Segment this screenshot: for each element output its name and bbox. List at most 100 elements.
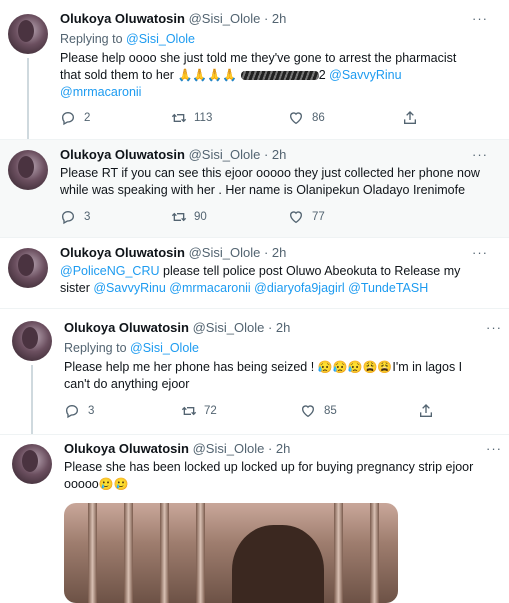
tweet-photo[interactable] [64,503,398,603]
retweet-icon [181,406,197,416]
reply-mention[interactable]: @Sisi_Olole [130,341,199,355]
more-options-button[interactable]: ··· [472,11,488,26]
timestamp[interactable]: · 2h [264,11,286,26]
user-handle[interactable]: @Sisi_Olole [189,245,261,260]
reply-mention[interactable]: @Sisi_Olole [126,32,195,46]
reply-icon [61,111,75,126]
cell-bar [124,503,133,603]
tweet-text-part: I'm in lagos I [392,360,463,374]
reply-icon [65,404,79,419]
thread-line [31,365,33,435]
retweet-count: 72 [204,405,217,417]
user-handle[interactable]: @Sisi_Olole [193,441,265,456]
user-name[interactable]: Olukoya Oluwatosin [60,11,185,26]
retweet-icon [171,212,187,222]
tweet-line: sister @SavvyRinu @mrmacaronii @diaryofa… [60,280,500,297]
thread-line [27,58,29,140]
tweet-header: Olukoya Oluwatosin @Sisi_Olole · 2h [60,147,286,163]
retweet-icon [171,113,187,123]
user-handle[interactable]: @Sisi_Olole [189,11,261,26]
tweet-line: Please she has been locked up locked up … [64,460,474,474]
tweet-header: Olukoya Oluwatosin @Sisi_Olole · 2h [64,320,290,336]
user-handle[interactable]: @Sisi_Olole [193,320,265,335]
heart-icon [301,405,315,418]
reply-count: 2 [84,112,91,124]
replying-to-label: Replying to [60,32,123,46]
reply-count: 3 [88,405,95,417]
cell-bar [334,503,343,603]
user-name[interactable]: Olukoya Oluwatosin [60,245,185,260]
action-bar: 3 90 77 [60,209,420,225]
more-options-button[interactable]: ··· [486,320,502,335]
like-count: 86 [312,112,325,124]
tweet-text: Please help me her phone has being seize… [64,359,504,393]
timestamp[interactable]: · 2h [268,441,290,456]
more-options-button[interactable]: ··· [472,147,488,162]
avatar[interactable] [8,150,48,190]
reply-icon [61,210,75,225]
avatar[interactable] [12,444,52,484]
avatar[interactable] [8,248,48,288]
tweet-line: @PoliceNG_CRU please tell police post Ol… [60,263,500,280]
retweet-count: 113 [194,112,213,124]
cell-bar [370,503,379,603]
share-icon [404,111,416,124]
tweet-2[interactable]: Olukoya Oluwatosin @Sisi_Olole · 2h ··· … [0,140,509,237]
user-name[interactable]: Olukoya Oluwatosin [64,320,189,335]
tweet-line: can't do anything ejoor [64,377,190,391]
user-name[interactable]: Olukoya Oluwatosin [60,147,185,162]
tweet-line: while was speaking with her . Her name i… [60,183,466,197]
heart-icon [289,211,303,224]
avatar[interactable] [8,14,48,54]
redacted-scribble [240,71,319,81]
reply-count: 3 [84,211,91,223]
tweet-text: Please help oooo she just told me they'v… [60,50,500,101]
tweet-line: that sold them to her 🙏🙏🙏🙏 2 @SavvyRinu [60,67,500,84]
tweet-4[interactable]: Olukoya Oluwatosin @Sisi_Olole · 2h ··· … [0,309,509,435]
cell-bar [88,503,97,603]
tweet-text-part: Please help me her phone has being seize… [64,360,318,374]
tweet-text-part: 2 [318,68,326,82]
mention-link[interactable]: @PoliceNG_CRU [60,264,160,278]
tweet-1[interactable]: Olukoya Oluwatosin @Sisi_Olole · 2h ··· … [0,0,509,140]
tweet-header: Olukoya Oluwatosin @Sisi_Olole · 2h [64,441,290,457]
replying-to: Replying to @Sisi_Olole [60,31,195,47]
tear-smile-emojis: 🥲🥲 [98,477,129,491]
mention-links[interactable]: @SavvyRinu @mrmacaronii @diaryofa9jagirl… [93,281,428,295]
replying-to-label: Replying to [64,341,127,355]
timestamp[interactable]: · 2h [268,320,290,335]
photo-subject [232,525,324,603]
tweet-text: @PoliceNG_CRU please tell police post Ol… [60,263,500,297]
like-count: 85 [324,405,337,417]
tweet-text: Please RT if you can see this ejoor oooo… [60,165,500,199]
tweet-header: Olukoya Oluwatosin @Sisi_Olole · 2h [60,11,286,27]
share-icon [420,404,432,417]
cell-bar [196,503,205,603]
mention-link[interactable]: @SavvyRinu [329,68,401,82]
more-options-button[interactable]: ··· [486,441,502,456]
cell-bar [160,503,169,603]
more-options-button[interactable]: ··· [472,245,488,260]
mention-link[interactable]: @mrmacaronii [60,84,500,101]
action-bar: 3 72 85 [64,403,444,419]
avatar[interactable] [12,321,52,361]
action-bar: 2 113 86 [60,110,420,126]
tweet-line: Please help me her phone has being seize… [64,359,504,376]
tweet-text-part: sister [60,281,94,295]
pray-emojis: 🙏🙏🙏🙏 [177,68,238,82]
tweet-line: Please help oooo she just told me they'v… [60,51,457,65]
tweet-header: Olukoya Oluwatosin @Sisi_Olole · 2h [60,245,286,261]
like-count: 77 [312,211,325,223]
sad-emojis: 😥😥😥😩😩 [317,360,393,374]
timestamp[interactable]: · 2h [264,245,286,260]
tweet-text-part: please tell police post Oluwo Abeokuta t… [159,264,461,278]
tweet-text-part: ooooo [64,477,99,491]
user-handle[interactable]: @Sisi_Olole [189,147,261,162]
tweet-text-part: that sold them to her [60,68,174,82]
timestamp[interactable]: · 2h [264,147,286,162]
tweet-line: ooooo🥲🥲 [64,476,504,493]
tweet-3[interactable]: Olukoya Oluwatosin @Sisi_Olole · 2h ··· … [0,238,509,308]
replying-to: Replying to @Sisi_Olole [64,340,199,356]
user-name[interactable]: Olukoya Oluwatosin [64,441,189,456]
heart-icon [289,112,303,125]
